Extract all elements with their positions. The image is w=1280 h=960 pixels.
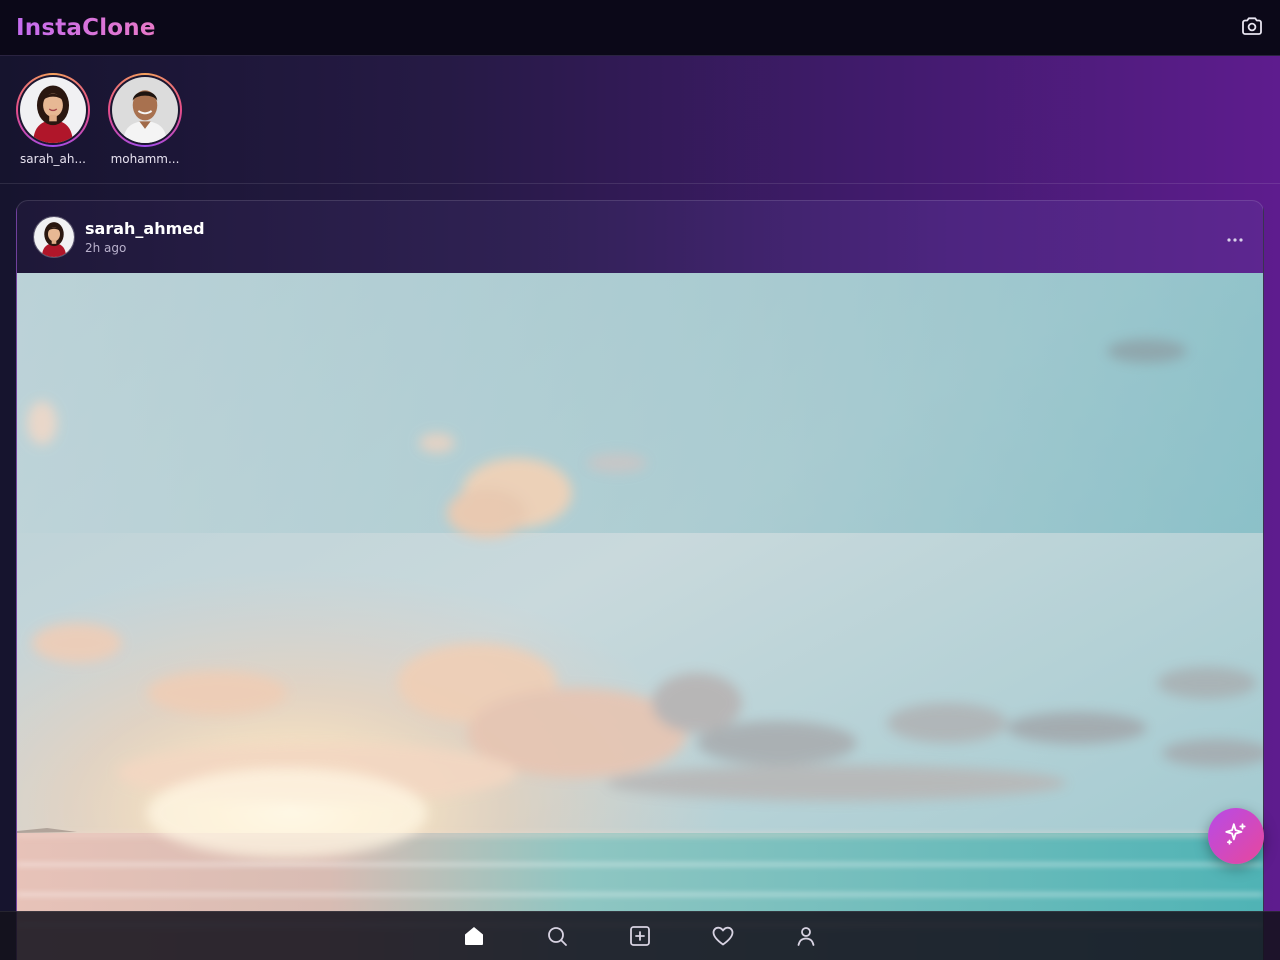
sparkles-icon <box>1223 821 1249 851</box>
post-image[interactable] <box>17 273 1263 960</box>
nav-home[interactable] <box>462 924 486 948</box>
post-author-avatar[interactable] <box>33 216 75 258</box>
top-bar: InstaClone <box>0 0 1280 56</box>
nav-create[interactable] <box>628 924 652 948</box>
story-username: sarah_ah... <box>20 152 86 166</box>
ai-sparkle-button[interactable] <box>1208 808 1264 864</box>
heart-icon <box>711 924 735 948</box>
post-timestamp: 2h ago <box>85 241 127 255</box>
post-card: sarah_ahmed 2h ago <box>16 200 1264 960</box>
woman-avatar-image <box>20 77 86 143</box>
camera-icon <box>1240 14 1264 42</box>
nav-profile[interactable] <box>794 924 818 948</box>
camera-button[interactable] <box>1240 16 1264 40</box>
story-item[interactable]: sarah_ah... <box>16 73 90 183</box>
woman-avatar-image <box>34 217 74 257</box>
story-ring <box>16 73 90 147</box>
brand-logo[interactable]: InstaClone <box>16 15 156 41</box>
ocean-sunset-photo <box>17 273 1263 960</box>
user-icon <box>794 924 818 948</box>
home-icon <box>462 924 486 948</box>
search-icon <box>545 924 569 948</box>
nav-activity[interactable] <box>711 924 735 948</box>
story-avatar <box>110 75 180 145</box>
story-item[interactable]: mohamm... <box>108 73 182 183</box>
story-ring <box>108 73 182 147</box>
story-username: mohamm... <box>110 152 180 166</box>
man-avatar-image <box>112 77 178 143</box>
post-meta: sarah_ahmed 2h ago <box>85 219 205 255</box>
post-header: sarah_ahmed 2h ago <box>17 201 1263 273</box>
post-more-button[interactable] <box>1225 227 1245 247</box>
post-username[interactable]: sarah_ahmed <box>85 219 205 238</box>
more-horizontal-icon <box>1226 228 1244 247</box>
stories-bar: sarah_ah... mohamm... <box>0 56 1280 184</box>
nav-search[interactable] <box>545 924 569 948</box>
bottom-nav <box>0 911 1280 960</box>
plus-square-icon <box>628 924 652 948</box>
app-root: InstaClone sarah_ah... mohamm... sarah_a… <box>0 0 1280 960</box>
story-avatar <box>18 75 88 145</box>
